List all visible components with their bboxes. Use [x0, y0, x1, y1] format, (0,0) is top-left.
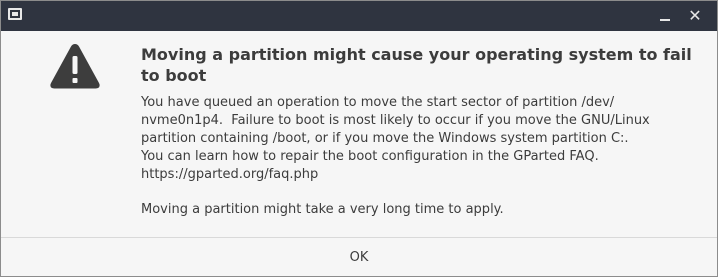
- body-line: You have queued an operation to move the…: [141, 95, 615, 110]
- dialog-heading: Moving a partition might cause your oper…: [141, 45, 692, 85]
- dialog-body: You have queued an operation to move the…: [141, 94, 701, 219]
- window-icon: [8, 8, 22, 20]
- minimize-button[interactable]: [654, 5, 676, 27]
- minimize-icon: [660, 19, 670, 21]
- close-icon: ✕: [688, 6, 702, 25]
- faq-url[interactable]: https://gparted.org/faq.php: [141, 166, 701, 184]
- body-line: You can learn how to repair the boot con…: [141, 149, 599, 164]
- ok-button[interactable]: OK: [1, 238, 717, 276]
- warning-icon: [50, 44, 100, 89]
- close-button[interactable]: ✕: [684, 5, 706, 27]
- dialog-content: Moving a partition might cause your oper…: [1, 31, 717, 237]
- body-line: partition containing /boot, or if you mo…: [141, 131, 629, 146]
- title-bar[interactable]: ✕: [1, 1, 717, 31]
- secondary-text: Moving a partition might take a very lon…: [141, 202, 504, 217]
- dialog-window: ✕ Moving a partition might cause your op…: [0, 0, 718, 277]
- body-line: nvme0n1p4. Failure to boot is most likel…: [141, 113, 650, 128]
